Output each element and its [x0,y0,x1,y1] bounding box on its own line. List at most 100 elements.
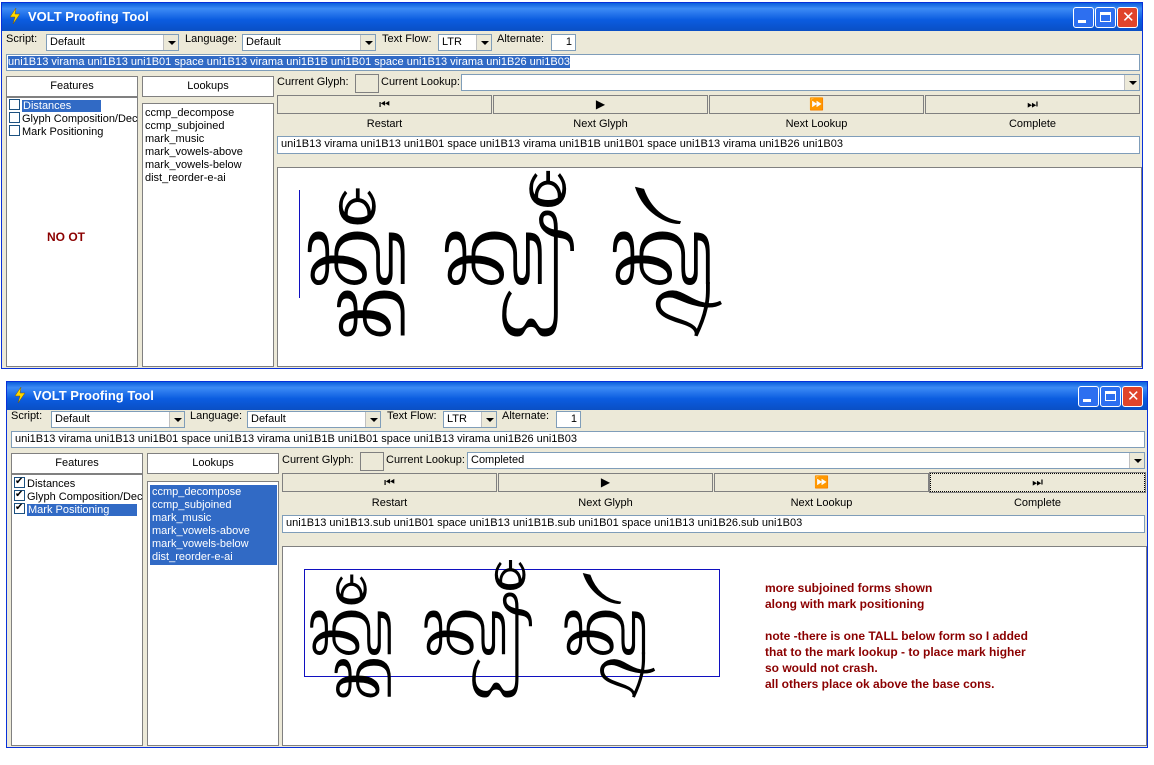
checkbox[interactable] [14,488,25,501]
volt-icon [14,387,26,403]
window-title: VOLT Proofing Tool [33,388,154,403]
input-text-field[interactable]: uni1B13 virama uni1B13 uni1B01 space uni… [11,431,1145,448]
feature-item-distances[interactable]: Distances [12,475,142,490]
textflow-value: LTR [442,36,462,48]
next-lookup-button[interactable]: ⏩ [714,473,929,492]
rendered-text: ᬓ᭄ᬓᬁ ᬓ᭄ᬛᬁ ᬓ᭄ᬦᬃ [307,580,651,673]
title-bar[interactable]: VOLT Proofing Tool ✕ [2,3,1142,31]
glyph-canvas[interactable]: ᬓ᭄ᬓᬁ ᬓ᭄ᬛᬁ ᬓ᭄ᬦᬃ more subjoined forms show… [282,546,1147,746]
lookups-selection: ccmp_decompose ccmp_subjoined mark_music… [150,485,277,565]
feature-item-glyph-composition[interactable]: Glyph Composition/Dec [12,488,143,503]
language-value: Default [251,413,286,425]
script-label: Script: [6,33,38,45]
next-glyph-button[interactable]: ▶ [498,473,713,492]
lookup-item[interactable]: ccmp_decompose [150,486,277,499]
checkbox[interactable] [14,501,25,514]
complete-label[interactable]: Complete [930,497,1145,509]
language-value: Default [246,36,281,48]
checkbox[interactable] [14,475,25,488]
next-lookup-button[interactable]: ⏩ [709,95,924,114]
maximize-button[interactable] [1100,386,1121,407]
lookup-item[interactable]: mark_vowels-above [143,146,273,159]
lookup-item[interactable]: dist_reorder-e-ai [143,172,273,185]
play-icon: ▶ [595,97,606,111]
lookup-item[interactable]: mark_music [143,133,273,146]
lookups-list[interactable]: ccmp_decompose ccmp_subjoined mark_music… [142,103,274,367]
features-list[interactable]: Distances Glyph Composition/Dec Mark Pos… [6,97,138,367]
script-select[interactable]: Default [46,34,179,51]
feature-item-mark-positioning[interactable]: Mark Positioning [7,125,137,138]
close-icon: ✕ [1127,387,1140,405]
lookup-item[interactable]: ccmp_subjoined [150,499,277,512]
lookup-item[interactable]: ccmp_decompose [143,107,273,120]
script-label: Script: [11,410,43,422]
lookups-header[interactable]: Lookups [142,76,274,97]
language-select[interactable]: Default [242,34,376,51]
feature-label: Distances [22,100,102,112]
title-bar[interactable]: VOLT Proofing Tool ✕ [7,382,1147,410]
current-lookup-value: Completed [471,454,525,466]
feature-label: Distances [27,478,76,490]
restart-button[interactable]: ⏮ [277,95,492,114]
maximize-button[interactable] [1095,7,1116,28]
alternate-value: 1 [570,413,577,425]
textflow-select[interactable]: LTR [438,34,492,51]
chevron-down-icon [163,35,178,50]
chevron-down-icon [1124,75,1139,90]
complete-label[interactable]: Complete [925,118,1140,130]
next-glyph-button[interactable]: ▶ [493,95,708,114]
complete-button[interactable]: ⏭ [925,95,1140,114]
feature-label: Glyph Composition/Dec [22,113,138,125]
alternate-field[interactable]: 1 [551,34,576,51]
checkbox[interactable] [9,112,20,123]
next-lookup-label[interactable]: Next Lookup [714,497,929,509]
lookup-item[interactable]: ccmp_subjoined [143,120,273,133]
minimize-button[interactable] [1078,386,1099,407]
feature-item-distances[interactable]: Distances [7,99,137,112]
script-select[interactable]: Default [51,411,185,428]
close-button[interactable]: ✕ [1117,7,1138,28]
features-header[interactable]: Features [11,453,143,474]
current-lookup-select[interactable] [461,74,1140,91]
text-cursor [299,190,300,298]
lookup-item[interactable]: mark_music [150,512,277,525]
feature-item-glyph-composition[interactable]: Glyph Composition/Dec [7,112,138,125]
glyph-string-value: uni1B13 virama uni1B13 uni1B01 space uni… [281,138,843,150]
restart-label[interactable]: Restart [277,118,492,130]
checkbox[interactable] [9,125,20,136]
features-header[interactable]: Features [6,76,138,97]
chevron-down-icon [481,412,496,427]
language-select[interactable]: Default [247,411,381,428]
lookups-list[interactable]: ccmp_decompose ccmp_subjoined mark_music… [147,481,279,746]
lookup-item[interactable]: mark_vowels-below [150,538,277,551]
current-lookup-select[interactable]: Completed [467,452,1145,469]
textflow-select[interactable]: LTR [443,411,497,428]
fast-forward-icon: ⏩ [814,475,829,489]
restart-label[interactable]: Restart [282,497,497,509]
checkbox[interactable] [9,99,20,110]
lookup-item[interactable]: mark_vowels-above [150,525,277,538]
glyph-canvas[interactable]: ᬓ᭄ᬓᬁ ᬓ᭄ᬛᬁ ᬓ᭄ᬦᬃ [277,167,1142,367]
close-button[interactable]: ✕ [1122,386,1143,407]
feature-label: Mark Positioning [22,126,104,138]
next-lookup-label[interactable]: Next Lookup [709,118,924,130]
minimize-button[interactable] [1073,7,1094,28]
features-list[interactable]: Distances Glyph Composition/Dec Mark Pos… [11,474,143,746]
annotation-note: more subjoined forms shown along with ma… [765,581,1028,691]
alternate-field[interactable]: 1 [556,411,581,428]
restart-button[interactable]: ⏮ [282,473,497,492]
lookup-item[interactable]: mark_vowels-below [143,159,273,172]
no-ot-note: NO OT [47,230,85,244]
next-glyph-label[interactable]: Next Glyph [493,118,708,130]
lookups-header[interactable]: Lookups [147,453,279,474]
glyph-string-field[interactable]: uni1B13 virama uni1B13 uni1B01 space uni… [277,136,1140,154]
alternate-label: Alternate: [502,410,550,422]
glyph-string-field[interactable]: uni1B13 uni1B13.sub uni1B01 space uni1B1… [282,515,1145,533]
lookup-item[interactable]: dist_reorder-e-ai [150,551,277,564]
alternate-label: Alternate: [497,33,545,45]
next-glyph-label[interactable]: Next Glyph [498,497,713,509]
feature-item-mark-positioning[interactable]: Mark Positioning [12,501,142,516]
complete-button[interactable]: ⏭ [929,472,1146,493]
input-text-field[interactable]: uni1B13 virama uni1B13 uni1B01 space uni… [6,54,1140,71]
skip-back-icon: ⏮ [379,97,390,111]
